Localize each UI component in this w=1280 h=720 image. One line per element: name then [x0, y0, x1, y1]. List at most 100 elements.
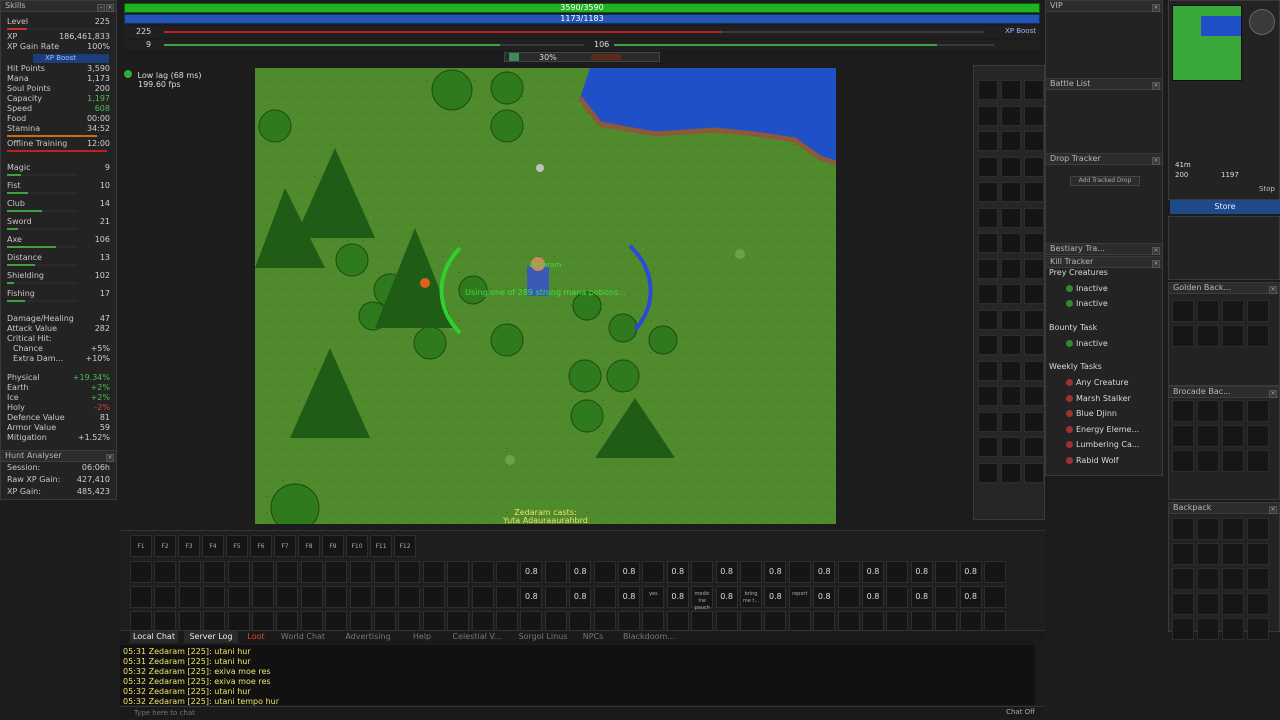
equipment-slot[interactable]: [1001, 411, 1021, 432]
equipment-slot[interactable]: [978, 207, 998, 228]
equipment-slot[interactable]: [1024, 233, 1044, 253]
action-slot[interactable]: 0.8: [910, 561, 933, 583]
chat-tab[interactable]: Server Log: [184, 631, 238, 643]
action-slot[interactable]: [325, 586, 348, 608]
chat-off-button[interactable]: Chat Off: [1006, 708, 1035, 716]
action-slot[interactable]: [422, 586, 445, 608]
equipment-slot[interactable]: [1001, 207, 1021, 228]
close-icon[interactable]: ×: [1152, 247, 1160, 255]
equipment-slot[interactable]: [1024, 360, 1044, 381]
action-slot[interactable]: 0.8: [520, 586, 543, 608]
backpack-slot[interactable]: [1222, 325, 1244, 347]
backpack-slot[interactable]: [1197, 400, 1219, 422]
hotkey-f1[interactable]: F1: [130, 535, 152, 557]
action-slot[interactable]: [252, 561, 274, 583]
action-slot[interactable]: 0.8: [715, 561, 738, 583]
equipment-slot[interactable]: [1001, 233, 1021, 253]
close-icon[interactable]: ×: [1269, 506, 1277, 514]
action-slot[interactable]: [593, 586, 616, 608]
equipment-slot[interactable]: [978, 309, 998, 330]
backpack-slot[interactable]: [1197, 300, 1219, 322]
backpack-slot[interactable]: [1247, 400, 1269, 422]
weekly-task[interactable]: Lumbering Ca...: [1050, 438, 1155, 451]
backpack-slot[interactable]: [1222, 593, 1244, 615]
equipment-slot[interactable]: [1001, 131, 1021, 151]
action-slot[interactable]: 0.8: [520, 561, 543, 583]
equipment-slot[interactable]: [978, 182, 998, 202]
hotkey-f9[interactable]: F9: [322, 535, 344, 557]
backpack-slot[interactable]: [1197, 425, 1219, 447]
equipment-slot[interactable]: [1024, 335, 1044, 355]
equipment-slot[interactable]: [1001, 80, 1021, 100]
top-xp-boost[interactable]: XP Boost: [1005, 27, 1036, 35]
backpack-slot[interactable]: [1222, 450, 1244, 472]
action-slot[interactable]: [154, 586, 177, 608]
action-slot[interactable]: [886, 586, 909, 608]
equipment-slot[interactable]: [978, 284, 998, 304]
hotkey-f6[interactable]: F6: [250, 535, 272, 557]
action-slot[interactable]: report: [788, 586, 811, 608]
action-slot[interactable]: 0.8: [813, 586, 836, 608]
backpack-slot[interactable]: [1197, 593, 1219, 615]
compass-icon[interactable]: [1249, 9, 1275, 35]
hotkey-f12[interactable]: F12: [394, 535, 416, 557]
backpack-slot[interactable]: [1222, 400, 1244, 422]
equipment-slot[interactable]: [978, 131, 998, 151]
action-slot[interactable]: [203, 561, 226, 583]
backpack-slot[interactable]: [1172, 425, 1194, 447]
action-slot[interactable]: 0.8vial: [618, 586, 640, 617]
equipment-slot[interactable]: [1024, 105, 1044, 126]
hotkey-f8[interactable]: F8: [298, 535, 320, 557]
chat-tab[interactable]: Loot: [244, 631, 268, 643]
chat-tab[interactable]: NPCs: [578, 631, 608, 643]
action-slot[interactable]: [374, 561, 396, 583]
action-slot[interactable]: medic ine pouch: [691, 586, 714, 611]
equipment-slot[interactable]: [1024, 207, 1044, 228]
close-icon[interactable]: ×: [1152, 157, 1160, 165]
action-slot[interactable]: 0.8: [618, 561, 640, 583]
equipment-slot[interactable]: [1001, 309, 1021, 330]
action-slot[interactable]: [227, 561, 250, 583]
equipment-slot[interactable]: [978, 156, 998, 177]
action-slot[interactable]: yes: [642, 586, 665, 608]
action-slot[interactable]: [544, 586, 567, 608]
action-slot[interactable]: [154, 561, 177, 583]
action-slot[interactable]: 0.8: [569, 586, 592, 608]
action-slot[interactable]: [178, 586, 201, 608]
action-slot[interactable]: [984, 561, 1006, 583]
backpack-slot[interactable]: [1247, 593, 1269, 615]
action-slot[interactable]: 0.8: [959, 586, 982, 608]
backpack-slot[interactable]: [1172, 300, 1194, 322]
backpack-slot[interactable]: [1222, 425, 1244, 447]
action-slot[interactable]: 0.8: [813, 561, 836, 583]
backpack-slot[interactable]: [1222, 518, 1244, 540]
backpack-slot[interactable]: [1197, 518, 1219, 540]
action-slot[interactable]: 0.8: [862, 561, 884, 583]
action-slot[interactable]: [398, 586, 421, 608]
backpack-slot[interactable]: [1172, 400, 1194, 422]
close-icon[interactable]: ×: [1152, 260, 1160, 268]
close-icon[interactable]: ×: [1152, 4, 1160, 12]
equipment-slot[interactable]: [1024, 182, 1044, 202]
backpack-slot[interactable]: [1197, 450, 1219, 472]
close-icon[interactable]: ×: [1152, 82, 1160, 90]
action-slot[interactable]: [349, 586, 372, 608]
action-slot[interactable]: [935, 586, 958, 608]
game-view[interactable]: Using one of 289 strong mana potions... …: [255, 68, 836, 524]
equipment-slot[interactable]: [1001, 386, 1021, 406]
equipment-slot[interactable]: [1024, 411, 1044, 432]
weekly-task[interactable]: Blue Djinn: [1050, 407, 1155, 420]
close-icon[interactable]: ×: [106, 454, 114, 462]
weekly-task[interactable]: Energy Eleme...: [1050, 423, 1155, 436]
action-slot[interactable]: [203, 586, 226, 608]
action-slot[interactable]: 0.8bring me t...: [764, 586, 787, 624]
weekly-task[interactable]: Any Creature: [1050, 376, 1155, 389]
chat-tab[interactable]: Help: [404, 631, 440, 643]
equipment-slot[interactable]: [1024, 80, 1044, 100]
equipment-slot[interactable]: [978, 411, 998, 432]
equipment-slot[interactable]: [978, 80, 998, 100]
equipment-slot[interactable]: [978, 386, 998, 406]
backpack-slot[interactable]: [1222, 568, 1244, 590]
backpack-slot[interactable]: [1197, 568, 1219, 590]
backpack-slot[interactable]: [1172, 325, 1194, 347]
